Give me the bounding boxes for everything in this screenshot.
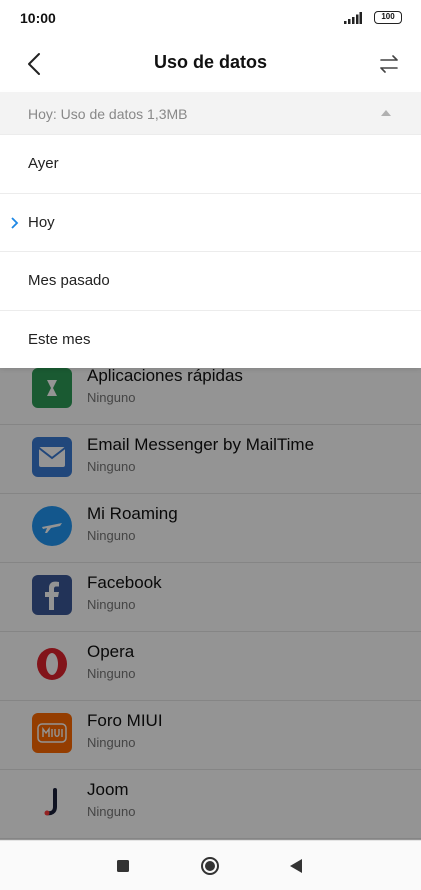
signal-icon <box>344 12 362 24</box>
swap-button[interactable] <box>374 49 404 79</box>
status-bar: 10:00 100 <box>0 0 421 36</box>
triangle-back-icon <box>290 859 302 873</box>
navigation-bar <box>0 840 421 890</box>
option-label: Hoy <box>28 213 55 231</box>
battery-level: 100 <box>381 12 395 21</box>
home-button[interactable] <box>198 854 222 878</box>
current-period-label: Hoy: Uso de datos 1,3MB <box>28 106 188 122</box>
selected-chevron-icon <box>11 216 19 229</box>
period-selector[interactable]: Hoy: Uso de datos 1,3MB <box>0 92 421 134</box>
option-label: Ayer <box>28 155 59 172</box>
square-icon <box>117 860 129 872</box>
recents-button[interactable] <box>111 854 135 878</box>
option-label: Mes pasado <box>28 272 110 289</box>
caret-up-icon <box>381 110 391 116</box>
option-label: Este mes <box>28 330 91 348</box>
status-time: 10:00 <box>20 10 56 26</box>
period-option-yesterday[interactable]: Ayer <box>0 134 421 193</box>
dim-overlay[interactable] <box>0 368 421 840</box>
back-nav-button[interactable] <box>284 854 308 878</box>
period-dropdown: Hoy: Uso de datos 1,3MB Ayer Hoy Mes pas… <box>0 92 421 368</box>
period-option-this-month[interactable]: Este mes <box>0 309 421 369</box>
period-option-today[interactable]: Hoy <box>0 192 421 252</box>
period-option-last-month[interactable]: Mes pasado <box>0 251 421 310</box>
swap-arrows-icon <box>380 55 398 73</box>
app-header: Uso de datos <box>0 36 421 92</box>
page-title: Uso de datos <box>153 52 268 72</box>
battery-icon: 100 <box>374 11 402 24</box>
